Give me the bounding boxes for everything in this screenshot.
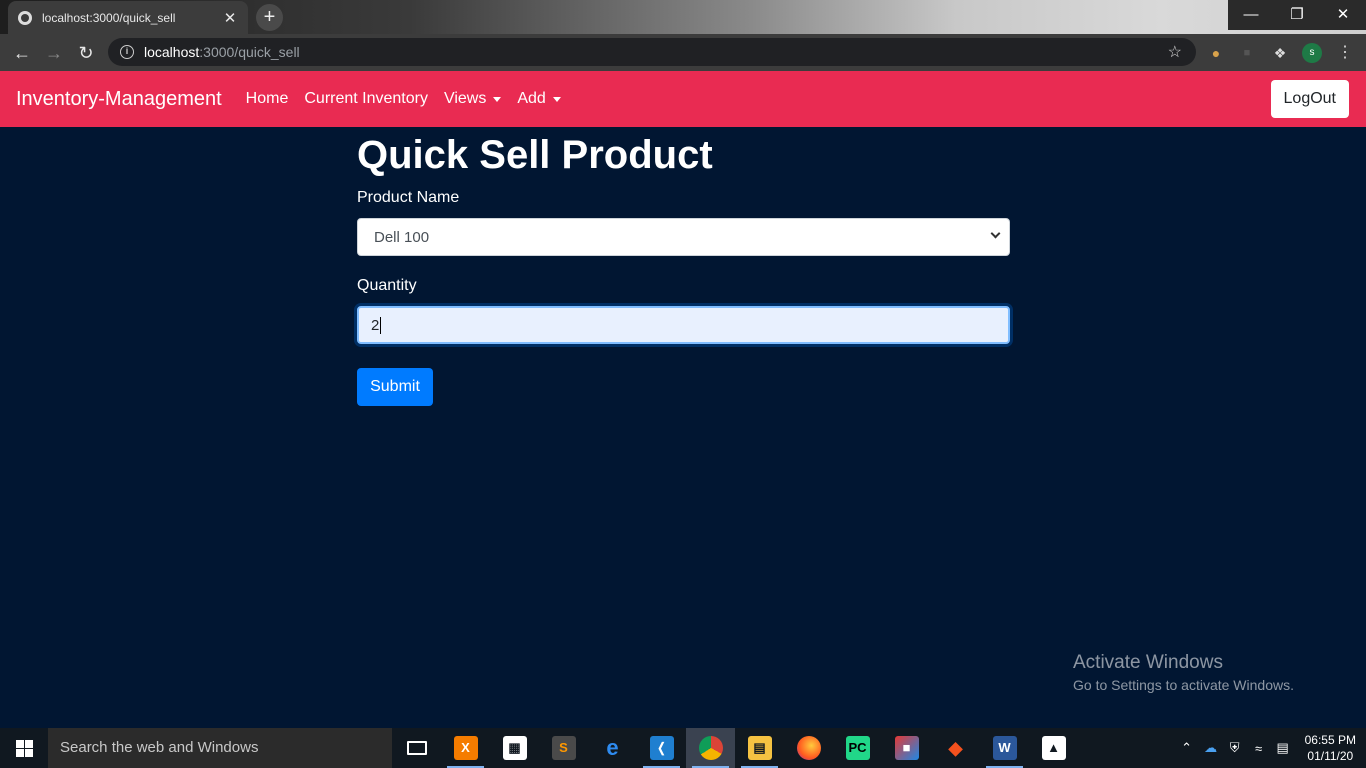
start-button[interactable] [0, 728, 48, 768]
wifi-icon[interactable]: ≈ [1247, 741, 1271, 756]
profile-avatar[interactable]: s [1302, 43, 1322, 63]
nav-dropdown-views[interactable]: Views [443, 90, 502, 108]
xampp-icon[interactable]: X [441, 728, 490, 768]
product-name-select[interactable]: Dell 100 [357, 218, 1010, 256]
store-icon[interactable]: ▦ [490, 728, 539, 768]
browser-tab[interactable]: localhost:3000/quick_sell ✕ [8, 1, 248, 34]
nav-link-label: Home [245, 90, 289, 107]
info-icon[interactable]: i [120, 45, 134, 59]
browser-tab-strip: localhost:3000/quick_sell ✕ + — ❐ ✕ [0, 0, 1366, 34]
selected-product: Dell 100 [374, 228, 430, 246]
url-path: :3000/quick_sell [199, 44, 300, 60]
tab-title: localhost:3000/quick_sell [42, 10, 176, 25]
quantity-label: Quantity [357, 277, 417, 294]
extension-icon[interactable]: ■ [1236, 42, 1258, 64]
globe-icon [18, 10, 32, 25]
onedrive-icon[interactable]: ☁ [1199, 740, 1223, 756]
reload-icon[interactable]: ↻ [70, 37, 102, 69]
clock-time: 06:55 PM [1304, 733, 1356, 747]
nav-link-label: Views [443, 90, 487, 107]
watermark-subtitle: Go to Settings to activate Windows. [1073, 677, 1294, 693]
new-tab-button[interactable]: + [256, 4, 283, 31]
quantity-value: 2 [371, 316, 380, 334]
firefox-icon[interactable] [784, 728, 833, 768]
nav-link-label: Current Inventory [304, 90, 428, 107]
file-explorer-icon[interactable]: ▤ [735, 728, 784, 768]
vscode-icon[interactable]: ❬ [637, 728, 686, 768]
text-cursor [380, 316, 382, 334]
back-arrow-icon[interactable]: ← [6, 37, 38, 69]
windows-logo-icon [15, 739, 33, 757]
sublime-icon[interactable]: S [539, 728, 588, 768]
app-navbar: Inventory-Management Home Current Invent… [0, 71, 1366, 127]
product-name-label: Product Name [357, 189, 460, 206]
url-host: localhost [144, 44, 200, 60]
caret-down-icon [552, 96, 561, 102]
clock[interactable]: 06:55 PM 01/11/20 [1305, 732, 1356, 764]
forward-arrow-icon[interactable]: → [38, 37, 70, 69]
quantity-input[interactable]: 2 [357, 306, 1010, 344]
chrome-icon[interactable] [686, 728, 735, 768]
nav-link-label: Add [517, 90, 546, 107]
watermark-title: Activate Windows [1073, 652, 1223, 673]
browser-toolbar: ← → ↻ i localhost:3000/quick_sell ☆ [0, 34, 1366, 71]
submit-button[interactable]: Submit [357, 368, 433, 406]
action-center-icon[interactable]: ▤ [1271, 740, 1295, 756]
windows-taskbar: Search the web and Windows X ▦ S e ❬ ▤ P… [0, 728, 1366, 768]
git-icon[interactable]: ◆ [931, 728, 980, 768]
nav-dropdown-add[interactable]: Add [517, 90, 561, 108]
chevron-up-icon[interactable]: ⌃ [1175, 740, 1199, 756]
navbar-brand[interactable]: Inventory-Management [16, 88, 222, 111]
taskbar-search-box[interactable]: Search the web and Windows [48, 728, 392, 768]
logout-button[interactable]: LogOut [1270, 80, 1349, 118]
task-view-icon[interactable] [392, 728, 441, 768]
nav-link-current-inventory[interactable]: Current Inventory [304, 90, 428, 108]
app-icon[interactable]: ■ [882, 728, 931, 768]
word-icon[interactable]: W [980, 728, 1029, 768]
window-close-button[interactable]: ✕ [1320, 0, 1366, 30]
minimize-button[interactable]: — [1228, 0, 1274, 30]
photos-icon[interactable]: ▲ [1029, 728, 1078, 768]
quick-sell-form: Quick Sell Product Product Name Dell 100… [357, 127, 1010, 406]
bookmark-star-icon[interactable]: ☆ [1168, 42, 1182, 62]
pycharm-icon[interactable]: PC [833, 728, 882, 768]
edge-icon[interactable]: e [588, 728, 637, 768]
caret-down-icon [493, 96, 502, 102]
clock-date: 01/11/20 [1307, 749, 1354, 763]
cookie-extension-icon[interactable]: ● [1205, 42, 1227, 64]
chevron-down-icon [990, 228, 1001, 239]
kebab-menu-icon[interactable]: ⋮ [1334, 42, 1356, 64]
defender-shield-icon[interactable]: ⛨ [1223, 740, 1247, 756]
tab-close-icon[interactable]: ✕ [222, 9, 238, 27]
extensions-puzzle-icon[interactable]: ❖ [1269, 42, 1291, 64]
nav-link-home[interactable]: Home [246, 90, 289, 108]
system-tray: ⌃ ☁ ⛨ ≈ ▤ 06:55 PM 01/11/20 [1175, 728, 1356, 768]
page-title: Quick Sell Product [357, 133, 713, 177]
activate-windows-watermark: Activate Windows Go to Settings to activ… [1073, 651, 1294, 695]
restore-button[interactable]: ❐ [1274, 0, 1320, 30]
address-bar[interactable]: i localhost:3000/quick_sell ☆ [108, 38, 1196, 66]
